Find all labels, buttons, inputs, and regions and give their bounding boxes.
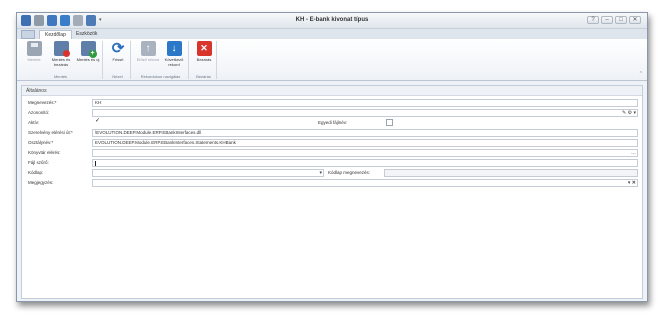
next-record-label: Következő rekord xyxy=(164,57,184,67)
form-panel: Általános Megnevezés:* KH Azonosító: ✎ ⚙… xyxy=(21,85,643,299)
close-icon: ✕ xyxy=(196,41,212,56)
row-kodlap: Kódlap: ▾ Kódlap megnevezés: xyxy=(22,169,642,178)
label-kodlap: Kódlap: xyxy=(28,170,44,175)
chevron-down-icon: ▾ xyxy=(627,180,631,186)
chevron-down-icon[interactable]: ▾ xyxy=(319,170,322,176)
label-egyedi-fajlnev: Egyedi fájlnév: xyxy=(318,120,348,125)
save-button-label: Mentés xyxy=(27,57,41,62)
row-osztalynev: Osztálynév:* EVOLUTION.DEEP.Module.ERP.E… xyxy=(22,139,642,148)
tab-eszkozok[interactable]: Eszközök xyxy=(71,30,102,39)
title-bar: ▾ KH - E-bank kivonat típus ? – □ ✕ xyxy=(17,13,647,29)
megjegyzes-select[interactable]: ▾ ✕ xyxy=(92,179,638,187)
save-close-icon xyxy=(53,41,70,57)
label-azonosito: Azonosító: xyxy=(28,110,50,115)
row-azonosito: Azonosító: ✎ ⚙ ▾ xyxy=(22,109,642,118)
kodlap-megnevezes-field xyxy=(384,169,638,177)
file-menu-button[interactable] xyxy=(21,30,35,39)
save-and-close-label: Mentés és bezárás xyxy=(51,57,71,67)
close-window-button[interactable]: ✕ xyxy=(629,16,641,24)
megjegyzes-controls[interactable]: ▾ ✕ xyxy=(628,180,636,186)
previous-record-button[interactable]: ↑ Előző rekord xyxy=(135,41,161,62)
osztalynev-field[interactable]: EVOLUTION.DEEP.Module.ERP.EBankInterface… xyxy=(92,139,638,147)
row-fajl-szuro: Fájl szűrő: xyxy=(22,159,642,168)
group-label-navigation: Rekordokon navigálás xyxy=(140,74,181,79)
egyedi-fajlnev-checkbox[interactable] xyxy=(386,119,393,126)
section-header-altalanos[interactable]: Általános xyxy=(22,86,642,96)
ribbon: Mentés Mentés és bezárás Mentés és új Me… xyxy=(17,39,647,81)
fajl-szuro-field[interactable] xyxy=(92,159,638,167)
clear-icon: ✕ xyxy=(631,180,636,186)
row-szerelveny: Szerelvény elérési út:* \EVOLUTION.DEEP.… xyxy=(22,129,642,138)
next-record-button[interactable]: ↓ Következő rekord xyxy=(161,41,187,67)
group-label-mentes: Mentés xyxy=(53,74,68,79)
arrow-up-icon: ↑ xyxy=(140,41,156,56)
save-and-new-label: Mentés és új xyxy=(76,57,100,62)
row-konyvtar: Könyvtár elérés: … xyxy=(22,149,642,158)
save-and-new-button[interactable]: Mentés és új xyxy=(75,41,101,62)
ribbon-tabs: Kezdőlap Eszközök xyxy=(17,29,647,39)
text-cursor xyxy=(95,161,96,166)
group-label-bezaras: Bezárás xyxy=(196,74,211,79)
tab-kezdolap[interactable]: Kezdőlap xyxy=(39,30,72,39)
azonosito-edit-icon[interactable]: ✎ ⚙ ▾ xyxy=(622,110,636,116)
label-megjegyzes: Megjegyzés: xyxy=(28,180,54,185)
refresh-button[interactable]: ⟳ Frissít xyxy=(105,41,131,62)
konyvtar-field[interactable]: … xyxy=(92,149,638,157)
ribbon-group-nezet: ⟳ Frissít Nézet xyxy=(105,41,131,79)
szerelveny-field[interactable]: \EVOLUTION.DEEP.Module.ERP.EBankInterfac… xyxy=(92,129,638,137)
row-megjegyzes: Megjegyzés: ▾ ✕ xyxy=(22,179,642,188)
kodlap-select[interactable]: ▾ xyxy=(92,169,324,177)
refresh-icon: ⟳ xyxy=(111,40,125,57)
close-button[interactable]: ✕ Bezárás xyxy=(191,41,217,62)
refresh-label: Frissít xyxy=(112,57,124,62)
row-aktiv: Aktív: ✓ Egyedi fájlnév: xyxy=(22,118,642,128)
azonosito-field[interactable]: ✎ ⚙ ▾ xyxy=(92,109,638,117)
ribbon-group-bezaras: ✕ Bezárás Bezárás xyxy=(191,41,217,79)
ribbon-group-navigation: ↑ Előző rekord ↓ Következő rekord Rekord… xyxy=(133,41,189,79)
save-new-icon xyxy=(80,41,97,58)
save-icon xyxy=(26,41,42,56)
arrow-down-icon: ↓ xyxy=(166,41,182,56)
row-megnevezes: Megnevezés:* KH xyxy=(22,99,642,108)
group-label-nezet: Nézet xyxy=(112,74,123,79)
window-controls: ? – □ ✕ xyxy=(587,16,641,24)
maximize-button[interactable]: □ xyxy=(615,16,627,24)
main-window: ▾ KH - E-bank kivonat típus ? – □ ✕ Kezd… xyxy=(16,12,648,302)
window-title: KH - E-bank kivonat típus xyxy=(295,17,369,23)
minimize-button[interactable]: – xyxy=(601,16,613,24)
save-and-close-button[interactable]: Mentés és bezárás xyxy=(48,41,74,67)
browse-ellipsis-icon[interactable]: … xyxy=(631,150,636,156)
aktiv-checkbox[interactable]: ✓ xyxy=(94,118,101,126)
ribbon-group-mentes: Mentés Mentés és bezárás Mentés és új Me… xyxy=(19,41,103,79)
previous-record-label: Előző rekord xyxy=(136,57,160,62)
label-szerelveny: Szerelvény elérési út:* xyxy=(28,130,73,135)
label-osztalynev: Osztálynév:* xyxy=(28,140,54,145)
label-kodlap-megnevezes: Kódlap megnevezés: xyxy=(328,170,371,175)
label-aktiv: Aktív: xyxy=(28,120,40,125)
megnevezes-field[interactable]: KH xyxy=(92,99,638,107)
label-fajl-szuro: Fájl szűrő: xyxy=(28,160,49,165)
ribbon-collapse-icon[interactable]: ⌃ xyxy=(639,71,643,77)
help-button[interactable]: ? xyxy=(587,16,599,24)
close-label: Bezárás xyxy=(196,57,212,62)
save-button[interactable]: Mentés xyxy=(21,41,47,62)
label-megnevezes: Megnevezés:* xyxy=(28,100,57,105)
label-konyvtar: Könyvtár elérés: xyxy=(28,150,61,155)
